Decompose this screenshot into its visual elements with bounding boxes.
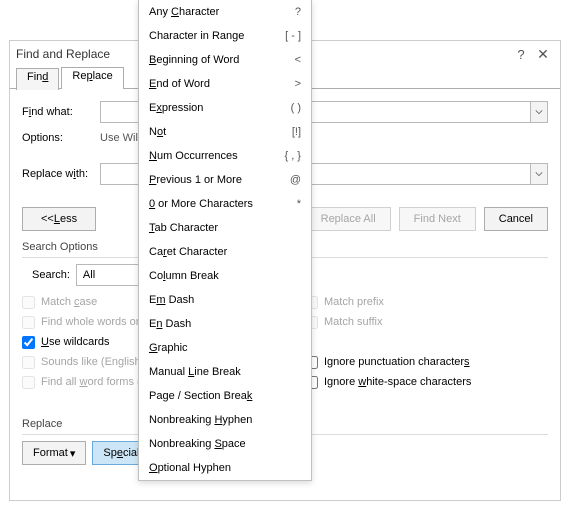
menu-item-hint: @ [290,174,301,186]
menu-item-label: Tab Character [149,222,218,234]
special-menu-item[interactable]: Em Dash [139,288,311,312]
special-menu-item[interactable]: Num Occurrences { , } [139,144,311,168]
menu-item-hint: { , } [284,150,301,162]
options-label: Options: [22,132,100,144]
replace-with-label: Replace with: [22,168,100,180]
menu-item-label: Beginning of Word [149,54,239,66]
special-menu-item[interactable]: Character in Range [ - ] [139,24,311,48]
menu-item-hint: ? [295,6,301,18]
menu-item-label: Caret Character [149,246,227,258]
menu-item-hint: * [297,198,301,210]
ignore-whitespace-checkbox[interactable]: Ignore white-space characters [305,372,548,392]
format-button[interactable]: Format▾ [22,441,86,465]
special-menu-item[interactable]: Optional Hyphen [139,456,311,480]
menu-item-label: Not [149,126,166,138]
special-menu-item[interactable]: Expression ( ) [139,96,311,120]
menu-item-label: Graphic [149,342,188,354]
menu-item-label: 0 or More Characters [149,198,253,210]
menu-item-hint: ( ) [291,102,301,114]
menu-item-label: Character in Range [149,30,244,42]
close-button[interactable]: ✕ [532,43,554,65]
less-button[interactable]: << Less [22,207,96,231]
ignore-punctuation-checkbox[interactable]: Ignore punctuation characters [305,352,548,372]
chevron-down-icon: ▾ [70,447,76,460]
chevron-down-icon[interactable] [530,164,547,184]
menu-item-label: Expression [149,102,203,114]
menu-item-label: Nonbreaking Space [149,438,246,450]
special-menu-item[interactable]: Manual Line Break [139,360,311,384]
special-menu-item[interactable]: Previous 1 or More @ [139,168,311,192]
special-menu-item[interactable]: Tab Character [139,216,311,240]
special-menu-item[interactable]: Graphic [139,336,311,360]
tab-replace[interactable]: Replace [61,67,123,89]
tab-find[interactable]: Find [16,68,59,90]
menu-item-hint: > [295,78,301,90]
special-menu-item[interactable]: Beginning of Word < [139,48,311,72]
match-suffix-checkbox: Match suffix [305,312,548,332]
menu-item-label: Any Character [149,6,219,18]
find-next-button[interactable]: Find Next [399,207,476,231]
replace-all-button[interactable]: Replace All [306,207,391,231]
menu-item-label: En Dash [149,318,191,330]
menu-item-hint: [ - ] [285,30,301,42]
special-menu-item[interactable]: Any Character? [139,0,311,24]
cancel-button[interactable]: Cancel [484,207,548,231]
special-menu-item[interactable]: Caret Character [139,240,311,264]
chevron-down-icon[interactable] [530,102,547,122]
menu-item-label: Previous 1 or More [149,174,242,186]
menu-item-label: Num Occurrences [149,150,238,162]
special-menu-item[interactable]: Column Break [139,264,311,288]
special-menu-item[interactable]: End of Word > [139,72,311,96]
menu-item-label: Nonbreaking Hyphen [149,414,252,426]
find-what-label: Find what: [22,106,100,118]
special-menu-item[interactable]: Nonbreaking Space [139,432,311,456]
special-menu-item[interactable]: Page / Section Break [139,384,311,408]
menu-item-hint: < [295,54,301,66]
menu-item-label: Em Dash [149,294,194,306]
match-prefix-checkbox: Match prefix [305,292,548,312]
special-menu-item[interactable]: 0 or More Characters * [139,192,311,216]
special-menu-item[interactable]: Not [!] [139,120,311,144]
help-button[interactable]: ? [510,43,532,65]
menu-item-label: Column Break [149,270,219,282]
menu-item-label: Manual Line Break [149,366,241,378]
menu-item-label: End of Word [149,78,210,90]
menu-item-label: Page / Section Break [149,390,252,402]
special-menu-item[interactable]: Nonbreaking Hyphen [139,408,311,432]
search-direction-label: Search: [32,269,70,281]
special-menu-item[interactable]: En Dash [139,312,311,336]
menu-item-label: Optional Hyphen [149,462,231,474]
special-menu: Any Character? Character in Range [ - ] Beg… [138,0,312,481]
menu-item-hint: [!] [292,126,301,138]
